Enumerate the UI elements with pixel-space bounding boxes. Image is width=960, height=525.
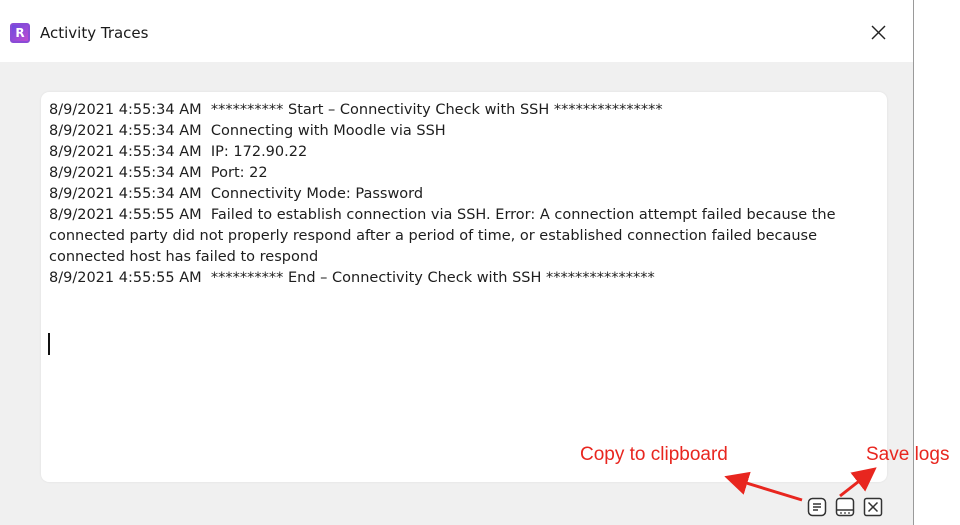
log-textarea[interactable]: 8/9/2021 4:55:34 AM ********** Start – C… [41, 92, 887, 482]
close-box-icon [863, 497, 883, 517]
save-logs-button[interactable] [834, 496, 856, 518]
window-title: Activity Traces [40, 24, 149, 42]
copy-to-clipboard-button[interactable] [806, 496, 828, 518]
save-logs-icon [835, 497, 855, 517]
app-logo-icon: R [10, 23, 30, 43]
title-bar: R Activity Traces [0, 0, 913, 62]
save-logs-annotation: Save logs [866, 444, 950, 465]
log-line: 8/9/2021 4:55:55 AM ********** End – Con… [49, 270, 655, 286]
close-icon [871, 25, 886, 40]
close-logs-button[interactable] [862, 496, 884, 518]
log-line: 8/9/2021 4:55:34 AM ********** Start – C… [49, 102, 663, 118]
activity-traces-window: R Activity Traces 8/9/2021 4:55:34 AM **… [0, 0, 914, 525]
window-close-button[interactable] [860, 15, 896, 51]
copy-to-clipboard-icon [807, 497, 827, 517]
log-line: 8/9/2021 4:55:34 AM Port: 22 [49, 165, 268, 181]
log-line: 8/9/2021 4:55:34 AM IP: 172.90.22 [49, 144, 308, 160]
log-content: 8/9/2021 4:55:34 AM ********** Start – C… [41, 92, 887, 289]
log-line: 8/9/2021 4:55:34 AM Connecting with Mood… [49, 123, 446, 139]
log-line: 8/9/2021 4:55:34 AM Connectivity Mode: P… [49, 186, 424, 202]
copy-to-clipboard-annotation: Copy to clipboard [580, 444, 728, 465]
log-line: 8/9/2021 4:55:55 AM Failed to establish … [49, 207, 841, 265]
text-cursor [48, 333, 50, 355]
